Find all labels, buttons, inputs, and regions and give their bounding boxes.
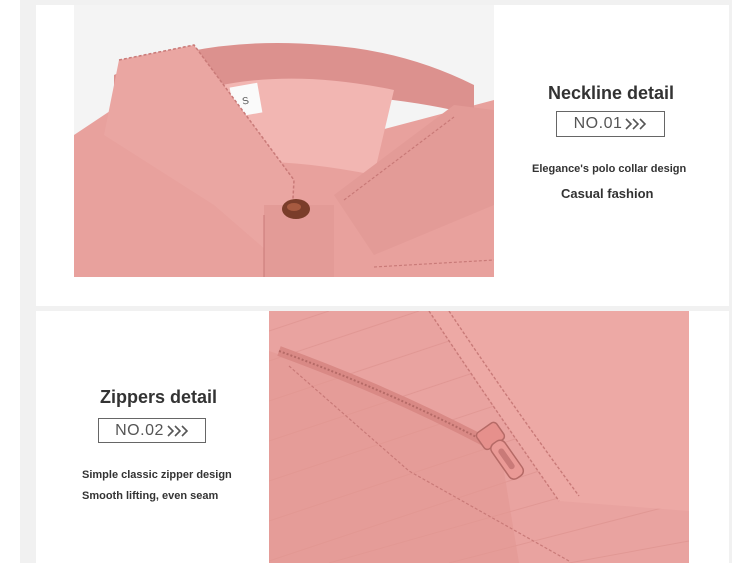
feature-line-2: Smooth lifting, even seam (82, 490, 219, 502)
triple-chevron-right-icon (167, 424, 189, 437)
zipper-photo (269, 311, 689, 563)
section-number-badge: NO.01 (556, 111, 665, 137)
section-title: Neckline detail (547, 83, 675, 103)
badge-label: NO.02 (115, 421, 164, 439)
feature-line-1: Elegance's polo collar design (532, 163, 687, 175)
feature-line-2: Casual fashion (561, 186, 654, 201)
section-title: Zippers detail (100, 387, 218, 407)
triple-chevron-right-icon (625, 118, 647, 130)
feature-line-1: Simple classic zipper design (82, 469, 232, 481)
section-number-badge: NO.02 (98, 418, 206, 443)
neckline-photo: S (74, 5, 494, 277)
badge-label: NO.01 (573, 115, 623, 132)
